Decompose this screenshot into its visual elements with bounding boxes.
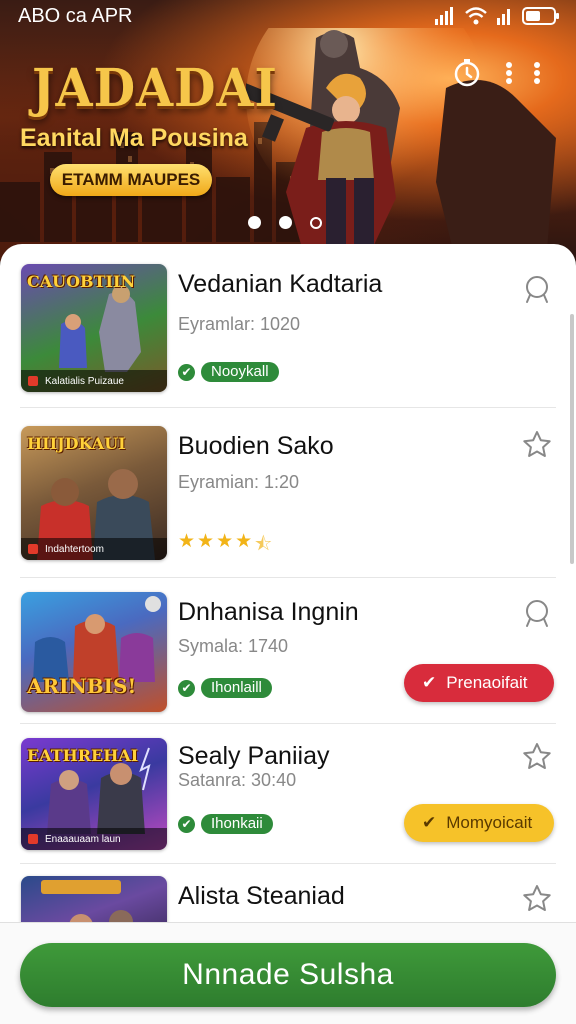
thumbnail-footer: Enaaauaam laun bbox=[21, 828, 167, 850]
signal-icon-secondary bbox=[497, 9, 510, 25]
list-item[interactable]: EATHREHAI Enaaauaam laun Sealy Paniiay S… bbox=[20, 724, 556, 864]
item-meta: Eyramlar: 1020 bbox=[178, 314, 301, 334]
game-thumbnail[interactable]: ARINBIS! bbox=[21, 592, 167, 712]
list-item[interactable]: ARINBIS! Dnhanisa Ingnin Symala: 1740 ✔ … bbox=[20, 578, 556, 724]
status-button[interactable]: ✔ Momyoicait bbox=[404, 804, 554, 842]
status-button[interactable]: ✔ Prenaoifait bbox=[404, 664, 554, 702]
scrollbar[interactable] bbox=[570, 314, 574, 564]
item-title[interactable]: Buodien Sako bbox=[178, 432, 334, 461]
check-icon: ✔ bbox=[422, 813, 437, 832]
badge-label: Ihonlaill bbox=[201, 678, 272, 698]
battery-icon bbox=[522, 7, 559, 25]
star-outline-icon bbox=[523, 743, 551, 769]
item-title[interactable]: Sealy Paniiay bbox=[178, 742, 329, 771]
status-button-label: Momyoicait bbox=[446, 813, 533, 832]
star-outline-icon bbox=[523, 885, 551, 911]
thumbnail-footer: Kalatialis Puizaue bbox=[21, 370, 167, 392]
timer-icon bbox=[454, 59, 480, 87]
more-vertical-icon bbox=[506, 62, 540, 84]
favorite-button[interactable] bbox=[520, 882, 554, 916]
more-options-button[interactable] bbox=[496, 56, 546, 90]
star-icon: ★ bbox=[197, 531, 215, 552]
availability-badge: ✔ Ihonkaii bbox=[178, 814, 273, 834]
status-bar: ABO ca APR bbox=[0, 0, 576, 32]
hero-banner[interactable]: ABO ca APR JADADAI Eanital Ma Pousina ET… bbox=[0, 0, 576, 262]
item-title[interactable]: Alista Steaniad bbox=[178, 882, 345, 911]
rating-stars: ★ ★ ★ ★ ⯪ bbox=[178, 530, 272, 562]
thumbnail-title: ARINBIS! bbox=[27, 674, 137, 698]
item-title[interactable]: Vedanian Kadtaria bbox=[178, 270, 382, 299]
star-icon: ★ bbox=[235, 531, 253, 552]
favorite-button[interactable] bbox=[520, 272, 554, 306]
item-meta: Satanra: 30:40 bbox=[178, 770, 297, 790]
availability-badge: ✔ Ihonlaill bbox=[178, 678, 272, 698]
item-title[interactable]: Dnhanisa Ingnin bbox=[178, 598, 359, 627]
item-meta: Eyramian: 1:20 bbox=[178, 472, 300, 492]
star-icon: ★ bbox=[216, 531, 234, 552]
check-icon: ✔ bbox=[178, 815, 195, 833]
favorite-button[interactable] bbox=[520, 428, 554, 462]
award-icon bbox=[526, 276, 548, 303]
status-icons bbox=[434, 7, 560, 25]
favorite-button[interactable] bbox=[520, 740, 554, 774]
half-star-icon: ⯪ bbox=[254, 534, 273, 555]
item-meta: Symala: 1740 bbox=[178, 636, 289, 656]
game-thumbnail[interactable]: EATHREHAI Enaaauaam laun bbox=[21, 738, 167, 850]
refresh-timer-button[interactable] bbox=[450, 56, 484, 90]
wifi-icon bbox=[465, 7, 487, 25]
game-thumbnail[interactable]: CAUOBTIIN Kalatialis Puizaue bbox=[21, 264, 167, 392]
primary-action-button[interactable]: Nnnade Sulsha bbox=[20, 943, 556, 1007]
thumbnail-title: CAUOBTIIN bbox=[27, 272, 136, 291]
carousel-dot[interactable] bbox=[248, 216, 261, 229]
signal-icon bbox=[435, 7, 453, 25]
thumbnail-title: HIIJDKAUI bbox=[27, 434, 126, 453]
hero-cta-button[interactable]: ETAMM MAUPES bbox=[50, 164, 212, 196]
star-icon: ★ bbox=[178, 531, 196, 552]
thumbnail-title: EATHREHAI bbox=[27, 746, 139, 765]
hero-subtitle: Eanital Ma Pousina bbox=[20, 124, 248, 152]
list-item[interactable]: HIIJDKAUI Indahtertoom Buodien Sako Eyra… bbox=[20, 408, 556, 578]
carousel-dot[interactable] bbox=[310, 216, 322, 229]
carousel-indicator[interactable] bbox=[248, 216, 322, 229]
thumbnail-footer: Indahtertoom bbox=[21, 538, 167, 560]
badge-label: Nooykall bbox=[201, 362, 279, 382]
hero-title: JADADAI bbox=[32, 58, 278, 119]
award-icon bbox=[526, 600, 548, 627]
status-time: ABO ca APR bbox=[18, 4, 133, 27]
favorite-button[interactable] bbox=[520, 596, 554, 630]
badge-label: Ihonkaii bbox=[201, 814, 273, 834]
check-icon: ✔ bbox=[178, 679, 195, 697]
star-outline-icon bbox=[523, 431, 551, 457]
list-item[interactable]: CAUOBTIIN Kalatialis Puizaue Vedanian Ka… bbox=[20, 258, 556, 408]
status-button-label: Prenaoifait bbox=[446, 673, 528, 692]
bottom-action-bar: Nnnade Sulsha bbox=[0, 922, 576, 1024]
carousel-dot[interactable] bbox=[279, 216, 292, 229]
game-thumbnail[interactable]: HIIJDKAUI Indahtertoom bbox=[21, 426, 167, 560]
game-list[interactable]: CAUOBTIIN Kalatialis Puizaue Vedanian Ka… bbox=[0, 244, 576, 1024]
check-icon: ✔ bbox=[422, 673, 437, 692]
check-icon: ✔ bbox=[178, 363, 195, 381]
availability-badge: ✔ Nooykall bbox=[178, 362, 279, 382]
